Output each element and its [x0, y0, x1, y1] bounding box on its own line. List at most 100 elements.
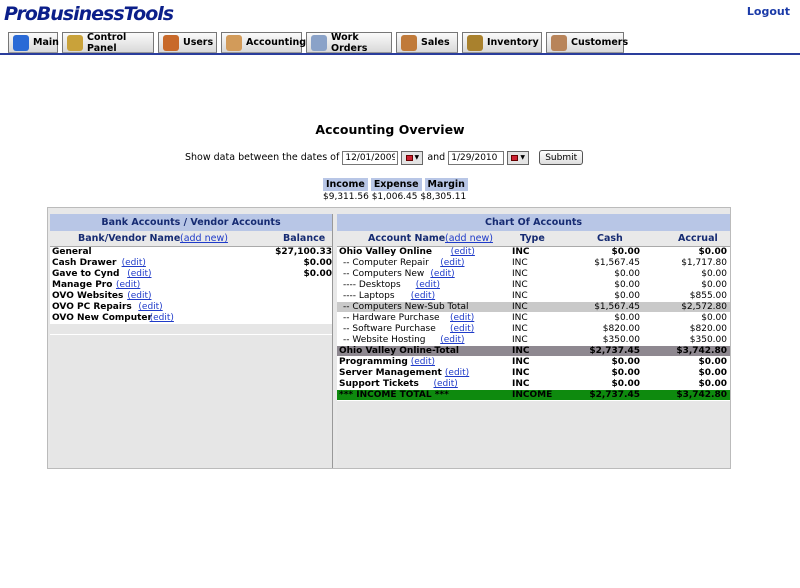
account-row: Server Management (edit) INC $0.00 $0.00 [337, 368, 730, 379]
chart-panel-title: Chart Of Accounts [337, 214, 730, 231]
printer-icon [311, 34, 327, 51]
account-row: -- Computers New (edit) INC $0.00 $0.00 [337, 269, 730, 280]
bank-account-name: Gave to Cynd [52, 269, 120, 279]
account-name: Ohio Valley Online-Total [339, 346, 460, 356]
chevron-down-icon: ▼ [414, 154, 420, 161]
account-accrual: $820.00 [689, 324, 727, 334]
bank-account-row: Cash Drawer (edit) $0.00 [50, 258, 332, 269]
account-cash: $0.00 [611, 357, 640, 367]
tab-control-panel[interactable]: Control Panel [62, 31, 154, 54]
account-cash: $0.00 [611, 379, 640, 389]
expense-value: $1,006.45 [371, 192, 418, 202]
account-name: -- Software Purchase [343, 324, 436, 334]
bank-account-name: OVO New Computer [52, 313, 152, 323]
balance-header: Balance [283, 233, 326, 244]
tab-label: Control Panel [87, 31, 127, 54]
account-cash: $2,737.45 [589, 346, 640, 356]
edit-link[interactable]: (edit) [416, 280, 440, 290]
bank-account-name: OVO PC Repairs [52, 302, 132, 312]
edit-link[interactable]: (edit) [450, 324, 474, 334]
tab-label: Inventory [487, 37, 539, 48]
bank-add-new-link[interactable]: (add new) [180, 233, 228, 244]
tab-work-orders[interactable]: Work Orders [306, 32, 392, 54]
edit-link[interactable]: (edit) [440, 258, 464, 268]
edit-link[interactable]: (edit) [122, 258, 146, 268]
globe-icon [13, 34, 29, 51]
edit-link[interactable]: (edit) [440, 335, 464, 345]
account-accrual: $0.00 [701, 280, 727, 290]
tab-customers[interactable]: Customers [546, 32, 628, 53]
edit-link[interactable]: (edit) [411, 357, 435, 367]
users-icon [163, 34, 179, 51]
page-title: Accounting Overview [315, 122, 465, 137]
bank-account-row: OVO Websites (edit) [50, 291, 332, 302]
tab-main[interactable]: Main [8, 32, 59, 53]
date-range-label: Show data between the dates of [185, 152, 340, 163]
margin-header: Margin [424, 178, 468, 191]
edit-link[interactable]: (edit) [127, 291, 151, 301]
summary-headers: Income Expense Margin [323, 178, 468, 191]
tab-label: Sales [421, 37, 450, 48]
edit-link[interactable]: (edit) [127, 269, 151, 279]
account-accrual: $3,742.80 [676, 390, 727, 400]
account-name: ---- Desktops [343, 280, 401, 290]
calendar-icon [511, 154, 519, 161]
start-date-calendar-button[interactable]: ▼ [401, 150, 424, 165]
bank-account-row: Gave to Cynd (edit) $0.00 [50, 269, 332, 280]
logout-link[interactable]: Logout [747, 5, 790, 18]
edit-link[interactable]: (edit) [138, 302, 162, 312]
account-row: *** INCOME TOTAL *** INCOME $2,737.45 $3,74… [337, 390, 730, 401]
account-name: -- Hardware Purchase [343, 313, 440, 323]
expense-header: Expense [370, 178, 422, 191]
customers-icon [551, 34, 567, 51]
account-accrual: $0.00 [698, 379, 727, 389]
chart-column-headers: Account Name (add new) Type Cash Accrual [337, 231, 730, 247]
chart-add-new-link[interactable]: (add new) [445, 233, 493, 244]
edit-link[interactable]: (edit) [430, 269, 454, 279]
start-date-input[interactable] [342, 150, 399, 165]
account-accrual: $0.00 [698, 247, 727, 257]
end-date-calendar-button[interactable]: ▼ [507, 150, 530, 165]
account-type: INC [512, 346, 530, 356]
edit-link[interactable]: (edit) [450, 313, 474, 323]
account-name: -- Computer Repair [343, 258, 429, 268]
account-cash: $2,737.45 [589, 390, 640, 400]
tab-label: Main [33, 37, 59, 48]
account-type: INC [512, 291, 528, 301]
account-accrual: $1,717.80 [681, 258, 727, 268]
account-type: INC [512, 324, 528, 334]
app-logo: ProBusinessTools [4, 3, 174, 25]
bank-column-headers: Bank/Vendor Name (add new) Balance [50, 231, 332, 247]
account-cash: $350.00 [602, 335, 640, 345]
account-type: INC [512, 313, 528, 323]
account-name: -- Computers New [343, 269, 425, 279]
end-date-input[interactable] [448, 150, 505, 165]
bank-account-balance: $0.00 [303, 258, 332, 268]
edit-link[interactable]: (edit) [445, 368, 469, 378]
main-nav-tabs: Main Control Panel Users Accounting Work Ord… [0, 30, 800, 55]
chevron-down-icon: ▼ [520, 154, 526, 161]
account-row: Support Tickets (edit) INC $0.00 $0.00 [337, 379, 730, 390]
bank-account-row: OVO New Computer (edit) [50, 313, 332, 324]
tab-sales[interactable]: Sales [396, 32, 458, 53]
account-name: ---- Laptops [343, 291, 395, 301]
account-cash: $0.00 [611, 247, 640, 257]
margin-value: $8,305.11 [420, 192, 467, 202]
bank-account-name: General [52, 247, 92, 257]
account-row: ---- Desktops (edit) INC $0.00 $0.00 [337, 280, 730, 291]
account-accrual: $350.00 [689, 335, 727, 345]
bank-account-balance: $0.00 [303, 269, 332, 279]
tab-inventory[interactable]: Inventory [462, 32, 542, 53]
edit-link[interactable]: (edit) [411, 291, 435, 301]
account-type: INC [512, 302, 528, 312]
tab-users[interactable]: Users [158, 32, 217, 53]
edit-link[interactable]: (edit) [116, 280, 140, 290]
cash-header: Cash [597, 233, 623, 244]
edit-link[interactable]: (edit) [451, 247, 475, 257]
submit-button[interactable]: Submit [539, 150, 584, 165]
account-name: -- Computers New-Sub Total [343, 302, 469, 312]
edit-link[interactable]: (edit) [150, 313, 174, 323]
and-label: and [427, 152, 446, 163]
edit-link[interactable]: (edit) [434, 379, 458, 389]
tab-accounting[interactable]: Accounting [221, 32, 306, 53]
